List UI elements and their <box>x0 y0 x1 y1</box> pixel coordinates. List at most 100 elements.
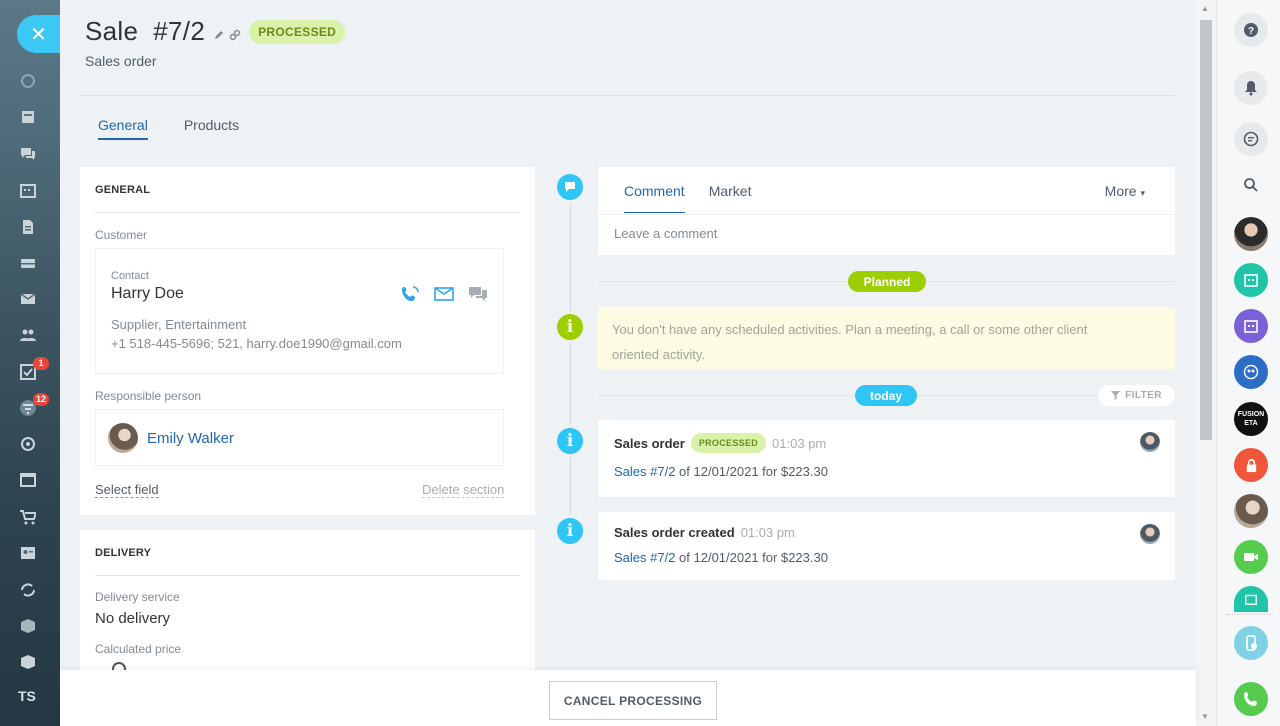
documents-icon[interactable] <box>20 220 36 234</box>
link-icon[interactable] <box>229 29 241 41</box>
event-description: Sales #7/2 of 12/01/2021 for $223.30 <box>614 464 828 479</box>
avatar[interactable] <box>1140 432 1160 452</box>
event-title: Sales order created 01:03 pm <box>614 525 795 540</box>
comment-divider <box>598 214 1175 215</box>
phone-icon[interactable] <box>400 285 420 303</box>
calculated-price-label: Calculated price <box>95 642 182 656</box>
info-icon: i <box>554 425 586 457</box>
timeline-line <box>570 185 571 535</box>
contact-card-icon[interactable] <box>20 546 36 560</box>
svg-text:?: ? <box>1248 26 1254 37</box>
general-section-title: GENERAL <box>95 184 151 196</box>
avatar[interactable] <box>1140 524 1160 544</box>
avatar[interactable] <box>108 423 138 453</box>
main-tabs: General Products <box>98 117 239 140</box>
today-label: today <box>855 385 917 406</box>
box-icon[interactable] <box>20 619 36 633</box>
cart-icon[interactable] <box>20 510 36 525</box>
fusion-eta-avatar[interactable]: FUSION ETA <box>1234 402 1268 436</box>
feed-icon[interactable] <box>20 110 36 124</box>
contact-company: Supplier, Entertainment <box>111 317 247 332</box>
responsible-label: Responsible person <box>95 389 202 403</box>
target-icon[interactable] <box>20 437 36 451</box>
delivery-service-label: Delivery service <box>95 590 180 604</box>
calendar-chat-icon[interactable] <box>1234 263 1268 297</box>
sales-order-link[interactable]: Sales #7/2 <box>614 464 675 479</box>
cancel-processing-button[interactable]: CANCEL PROCESSING <box>549 681 717 720</box>
contact-type-label: Contact <box>111 270 149 282</box>
general-section: GENERAL Customer Contact Harry Doe Suppl… <box>80 167 535 515</box>
delete-section-link[interactable]: Delete section <box>422 482 505 498</box>
scroll-down-icon[interactable]: ▼ <box>1201 712 1209 721</box>
chat-icon[interactable] <box>20 147 36 161</box>
status-badge[interactable]: PROCESSED <box>249 19 346 44</box>
sites-icon[interactable] <box>20 74 36 88</box>
avatar[interactable] <box>1234 217 1268 251</box>
title-tools <box>213 29 241 41</box>
event-description: Sales #7/2 of 12/01/2021 for $223.30 <box>614 550 828 565</box>
chevron-down-icon: ▾ <box>1140 188 1145 198</box>
title-row: Sale #7/2 PROCESSED <box>85 16 346 47</box>
filter-button[interactable]: FILTER <box>1098 385 1175 406</box>
page-subtitle: Sales order <box>85 53 157 69</box>
delivery-service-value: No delivery <box>95 610 171 627</box>
bell-icon[interactable] <box>1234 71 1268 105</box>
window-icon[interactable] <box>20 473 36 487</box>
select-field-link[interactable]: Select field <box>95 482 159 498</box>
planned-notice-text: You don't have any scheduled activities.… <box>612 322 1088 362</box>
contact-name[interactable]: Harry Doe <box>111 285 184 303</box>
planned-label: Planned <box>848 271 926 292</box>
calendar-icon[interactable] <box>1234 586 1268 612</box>
responsible-name[interactable]: Emily Walker <box>147 430 234 447</box>
scroll-up-icon[interactable]: ▲ <box>1201 4 1209 13</box>
left-navigation: ✕ 1 12 TS <box>0 0 60 726</box>
mail-icon[interactable] <box>434 285 454 303</box>
more-dropdown[interactable]: More ▾ <box>1105 183 1145 199</box>
close-slider-button[interactable]: ✕ <box>17 15 60 53</box>
groups-icon[interactable] <box>20 328 36 342</box>
box-alt-icon[interactable] <box>20 655 36 669</box>
pencil-icon[interactable] <box>213 29 225 41</box>
scroll-thumb[interactable] <box>1200 20 1212 440</box>
tab-general[interactable]: General <box>98 117 148 140</box>
tab-comment[interactable]: Comment <box>624 183 685 213</box>
group-chat-icon[interactable] <box>1234 355 1268 389</box>
user-initials[interactable]: TS <box>18 688 36 704</box>
event-title: Sales order PROCESSED 01:03 pm <box>614 433 826 453</box>
mobile-icon[interactable] <box>1234 626 1268 660</box>
delivery-section: DELIVERY Delivery service No delivery Ca… <box>80 530 535 676</box>
tab-products[interactable]: Products <box>184 117 239 140</box>
section-divider <box>95 575 520 576</box>
search-icon[interactable] <box>1234 168 1268 202</box>
close-icon: ✕ <box>30 23 47 46</box>
planned-notice: You don't have any scheduled activities.… <box>598 307 1175 369</box>
event-time: 01:03 pm <box>740 525 795 540</box>
comment-editor: Comment Market More ▾ Leave a comment <box>598 167 1175 255</box>
filter-icon <box>1111 391 1121 400</box>
timeline-event: Sales order created 01:03 pm Sales #7/2 … <box>598 512 1175 580</box>
calendar-icon[interactable] <box>20 183 36 198</box>
delivery-section-title: DELIVERY <box>95 547 152 559</box>
sales-order-link[interactable]: Sales #7/2 <box>614 550 675 565</box>
customer-label: Customer <box>95 228 148 242</box>
mail-icon[interactable] <box>20 292 36 306</box>
help-icon[interactable]: ? <box>1234 13 1268 47</box>
header-divider <box>80 95 1175 96</box>
phone-icon[interactable] <box>1234 682 1268 716</box>
drive-icon[interactable] <box>20 256 36 270</box>
chat-icon[interactable] <box>468 285 488 303</box>
sync-icon[interactable] <box>20 583 36 597</box>
right-panel-divider <box>1225 614 1273 615</box>
scrollbar[interactable]: ▲ ▼ <box>1196 0 1216 726</box>
messenger-icon[interactable] <box>1234 122 1268 156</box>
tab-market[interactable]: Market <box>709 183 752 213</box>
info-icon: i <box>554 311 586 343</box>
lock-icon[interactable] <box>1234 448 1268 482</box>
slider-main: Sale #7/2 PROCESSED Sales order General … <box>60 0 1196 726</box>
calendar-group-icon[interactable] <box>1234 309 1268 343</box>
avatar[interactable] <box>1234 494 1268 528</box>
comment-input[interactable]: Leave a comment <box>614 226 717 241</box>
video-call-icon[interactable] <box>1234 540 1268 574</box>
right-panel: ? FUSION ETA <box>1216 0 1280 726</box>
tasks-badge: 1 <box>33 357 49 370</box>
